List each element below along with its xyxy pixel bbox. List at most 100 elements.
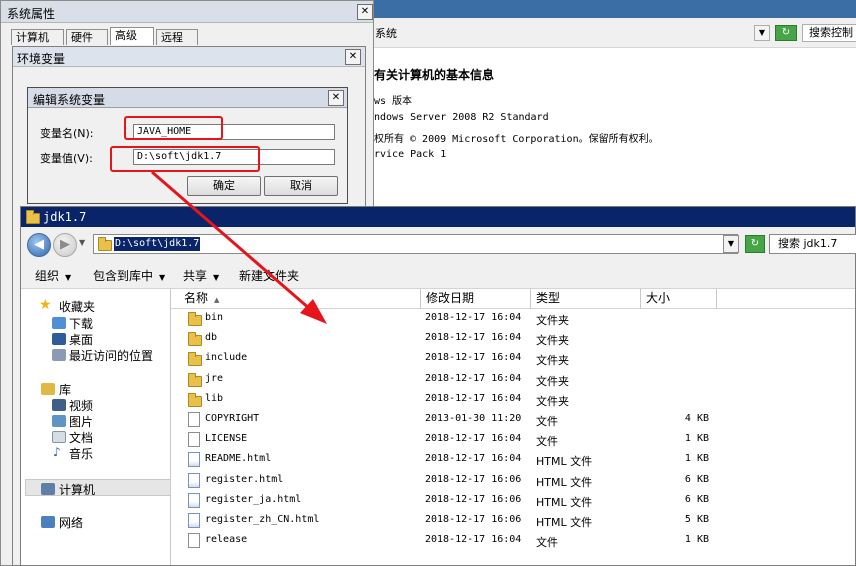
sidebar-item-computer[interactable]: 计算机 [59,481,95,498]
chevron-down-icon: ▼ [159,273,166,282]
cancel-button[interactable]: 取消 [264,176,338,196]
file-modified: 2013-01-30 11:20 [425,413,522,424]
share-label: 共享 [183,269,208,283]
column-name[interactable]: 名称 ▲ [179,289,421,309]
html-file-icon [188,492,200,508]
sidebar-item-music[interactable]: 音乐 [69,445,93,462]
table-row[interactable]: include 2018-12-17 16:04 文件夹 [171,349,855,369]
include-in-library-menu[interactable]: 包含到库中 ▼ [93,267,165,284]
address-text[interactable]: D:\soft\jdk1.7 [114,237,201,251]
file-type: 文件夹 [536,374,569,388]
table-row[interactable]: register_ja.html 2018-12-17 16:06 HTML 文件 6… [171,491,855,511]
file-icon [188,533,200,549]
table-row[interactable]: register.html 2018-12-17 16:06 HTML 文件 6 KB [171,471,855,491]
os-name: ndows Server 2008 R2 Standard [374,112,549,123]
title-bar[interactable]: jdk1.7 [21,207,855,227]
file-size: 1 KB [684,433,709,445]
explorer-window: jdk1.7 ◀ ▶ ▼ D:\soft\jdk1.7 ▼ ↻ 搜索 jdk1.… [20,206,856,566]
video-icon [52,399,66,411]
table-row[interactable]: README.html 2018-12-17 16:04 HTML 文件 1 KB [171,450,855,470]
folder-icon [188,372,202,387]
title-bar[interactable]: 编辑系统变量 ✕ [28,88,347,108]
file-size: 4 KB [684,413,709,424]
file-list: bin 2018-12-17 16:04 文件夹 db 2018-12-17 16:04… [171,309,855,565]
file-modified: 2018-12-17 16:04 [425,392,522,404]
system-info-window: ▸ 系统 ▼ ↻ 搜索控制 有关计算机的基本信息 ws 版本 ndows Ser… [360,18,856,218]
file-name: register.html [205,473,284,485]
forward-button[interactable]: ▶ [53,233,77,257]
address-dropdown-button[interactable]: ▼ [723,235,739,253]
column-size[interactable]: 大小 [641,289,717,309]
file-modified: 2018-12-17 16:06 [425,514,522,525]
table-row[interactable]: LICENSE 2018-12-17 16:04 文件 1 KB [171,430,855,450]
chevron-down-icon[interactable]: ▼ [79,238,85,247]
tab-remote[interactable]: 远程 [156,29,198,45]
title-bar[interactable]: 系统属性 ✕ [1,1,373,23]
tab-advanced[interactable]: 高级 [110,27,154,45]
share-menu[interactable]: 共享 ▼ [183,267,219,284]
organize-menu[interactable]: 组织 ▼ [35,267,71,284]
back-button[interactable]: ◀ [27,233,51,257]
address-dropdown-button[interactable]: ▼ [754,25,770,41]
refresh-button[interactable]: ↻ [745,235,765,253]
file-modified: 2018-12-17 16:04 [425,534,522,546]
variable-name-label: 变量名(N): [40,127,94,140]
table-row[interactable]: jre 2018-12-17 16:04 文件夹 [171,370,855,390]
sidebar-item-network[interactable]: 网络 [59,514,83,531]
sidebar-item-libraries[interactable]: 库 [59,381,71,398]
sidebar-item-videos[interactable]: 视频 [69,397,93,414]
close-icon[interactable]: ✕ [328,90,344,106]
new-folder-button[interactable]: 新建文件夹 [239,267,299,284]
sidebar-item-favorites[interactable]: 收藏夹 [59,298,95,315]
file-size: 5 KB [684,514,709,525]
desktop-icon [52,333,66,345]
sort-ascending-icon: ▲ [214,296,220,304]
table-row[interactable]: bin 2018-12-17 16:04 文件夹 [171,309,855,329]
table-row[interactable]: release 2018-12-17 16:04 文件 1 KB [171,531,855,551]
column-name-label: 名称 [184,291,209,305]
chevron-down-icon: ▼ [65,273,72,282]
search-input[interactable]: 搜索 jdk1.7 [769,234,856,254]
column-modified[interactable]: 修改日期 [421,289,531,309]
file-modified: 2018-12-17 16:04 [425,372,522,384]
variable-value-label: 变量值(V): [40,152,93,165]
table-row[interactable]: lib 2018-12-17 16:04 文件夹 [171,390,855,410]
sidebar-item-downloads[interactable]: 下载 [69,315,93,332]
sidebar-item-desktop[interactable]: 桌面 [69,331,93,348]
search-input[interactable]: 搜索控制 [802,24,856,42]
sidebar-item-recent[interactable]: 最近访问的位置 [69,347,153,364]
file-size: 6 KB [684,473,709,485]
file-type: 文件 [536,435,558,449]
file-size: 1 KB [684,453,709,465]
file-type: HTML 文件 [536,455,593,469]
file-type: 文件夹 [536,314,569,327]
refresh-button[interactable]: ↻ [775,25,797,41]
page-title: 有关计算机的基本信息 [374,68,495,82]
file-modified: 2018-12-17 16:04 [425,453,522,465]
file-name: register_zh_CN.html [205,514,320,525]
ok-button[interactable]: 确定 [187,176,261,196]
address-bar[interactable]: D:\soft\jdk1.7 [93,234,738,254]
annotation-box-value [110,146,260,172]
copyright-text: 权所有 © 2009 Microsoft Corporation。保留所有权利。 [374,134,659,145]
navigation-bar: ◀ ▶ ▼ D:\soft\jdk1.7 ▼ ↻ 搜索 jdk1.7 [21,227,856,261]
table-row[interactable]: db 2018-12-17 16:04 文件夹 [171,329,855,349]
command-bar: 组织 ▼ 包含到库中 ▼ 共享 ▼ 新建文件夹 [21,261,855,289]
edition-label: ws 版本 [374,96,413,107]
column-type[interactable]: 类型 [531,289,641,309]
close-icon[interactable]: ✕ [345,49,361,65]
picture-icon [52,415,66,427]
table-row[interactable]: COPYRIGHT 2013-01-30 11:20 文件 4 KB [171,410,855,430]
close-icon[interactable]: ✕ [357,4,373,20]
table-row[interactable]: register_zh_CN.html 2018-12-17 16:06 HTML … [171,511,855,531]
title-bar[interactable]: 环境变量 ✕ [13,47,365,67]
tab-computer-name[interactable]: 计算机名 [11,29,64,59]
folder-icon [188,392,202,407]
file-type: 文件夹 [536,334,569,348]
document-icon [52,431,66,443]
tab-hardware[interactable]: 硬件 [66,29,108,45]
network-icon [41,516,55,528]
file-name: README.html [205,453,272,465]
sidebar-item-documents[interactable]: 文档 [69,429,93,446]
sidebar-item-pictures[interactable]: 图片 [69,413,93,430]
